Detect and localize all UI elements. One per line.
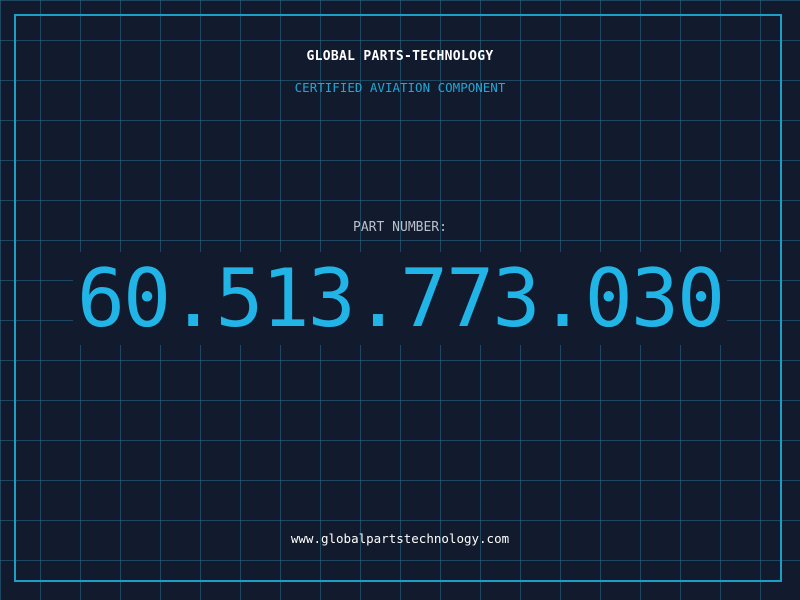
- part-number-display: 60.513.773.030: [0, 252, 800, 345]
- company-name: GLOBAL PARTS-TECHNOLOGY: [306, 49, 494, 64]
- part-number-label: PART NUMBER:: [353, 220, 447, 235]
- website-link[interactable]: www.globalpartstechnology.com: [0, 531, 800, 546]
- part-label-card: GLOBAL PARTS-TECHNOLOGY CERTIFIED AVIATI…: [0, 0, 800, 600]
- part-number-value: 60.513.773.030: [72, 252, 728, 345]
- tagline: CERTIFIED AVIATION COMPONENT: [294, 80, 506, 95]
